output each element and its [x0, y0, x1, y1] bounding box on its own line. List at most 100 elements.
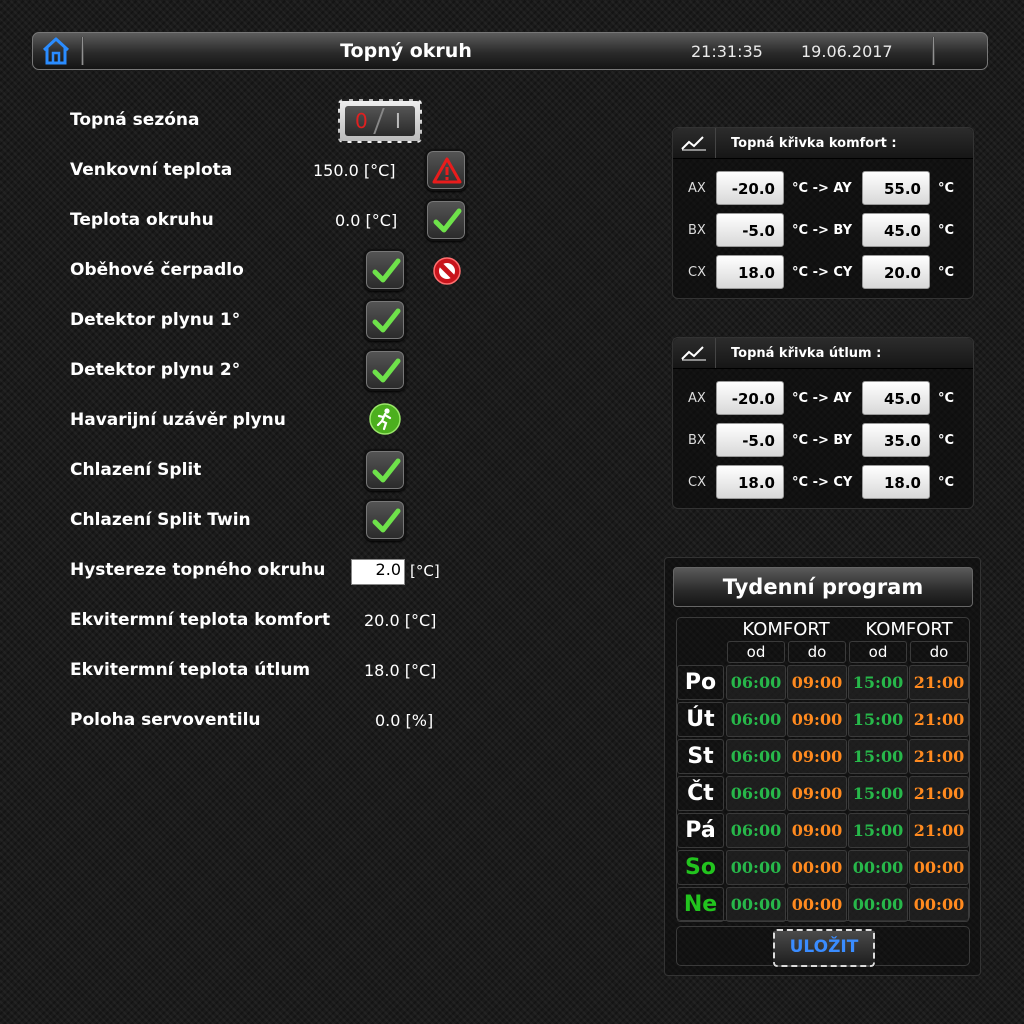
panel-title: Topná křivka komfort : [731, 136, 897, 151]
time-to-cell[interactable]: 00:00 [909, 850, 969, 885]
time-from-cell[interactable]: 15:00 [848, 665, 908, 700]
panel-header: Topná křivka útlum : [673, 338, 973, 369]
label-gas-detector-2: Detektor plynu 2° [70, 360, 241, 380]
curve-setback-cy-input[interactable]: 18.0 [862, 465, 930, 499]
outdoor-temp-value: 150.0 [°C] [313, 161, 396, 180]
warning-icon [432, 157, 462, 184]
curve-unit: °C [938, 223, 955, 238]
gas-detector-1-status[interactable] [364, 299, 406, 341]
hysteresis-input[interactable]: 2.0 [351, 559, 405, 585]
time-to-cell[interactable]: 21:00 [909, 665, 969, 700]
col-header-to: do [910, 641, 968, 663]
check-icon [433, 208, 462, 233]
running-man-icon [369, 403, 401, 435]
curve-label: AX [688, 181, 706, 196]
time-to-cell[interactable]: 21:00 [909, 776, 969, 811]
time-to-cell[interactable]: 00:00 [787, 887, 847, 922]
toggle-divider [373, 108, 385, 134]
group-header-2: KOMFORT [865, 619, 953, 640]
weekly-program-title: Tydenní program [673, 567, 973, 607]
curve-comfort-ax-input[interactable]: -20.0 [716, 171, 784, 205]
cooling-split-twin-status[interactable] [364, 499, 406, 541]
curve-unit: °C [938, 475, 955, 490]
cooling-split-status[interactable] [364, 449, 406, 491]
curve-comfort-cy-input[interactable]: 20.0 [862, 255, 930, 289]
label-equitherm-comfort: Ekvitermní teplota komfort [70, 610, 331, 630]
toggle-track: 0 I [345, 106, 415, 136]
curve-comfort-by-input[interactable]: 45.0 [862, 213, 930, 247]
time-from-cell[interactable]: 06:00 [726, 776, 786, 811]
header-bar: Topný okruh 21:31:35 19.06.2017 [32, 32, 988, 70]
check-icon [372, 258, 401, 283]
label-emergency-gas-valve: Havarijní uzávěr plynu [70, 410, 286, 430]
curve-setback-by-input[interactable]: 35.0 [862, 423, 930, 457]
col-header-from: od [727, 641, 785, 663]
curve-unit: °C [938, 391, 955, 406]
curve-unit: °C [938, 265, 955, 280]
time-from-cell[interactable]: 15:00 [848, 776, 908, 811]
time-from-cell[interactable]: 15:00 [848, 813, 908, 848]
time-from-cell[interactable]: 06:00 [726, 813, 786, 848]
time-from-cell[interactable]: 00:00 [726, 887, 786, 922]
equitherm-setback-value: 18.0 [°C] [364, 661, 437, 680]
curve-arrow-label: °C -> CY [792, 265, 853, 280]
save-button[interactable]: ULOŽIT [772, 928, 876, 968]
curve-label: BX [688, 223, 706, 238]
circulation-pump-status[interactable] [364, 249, 406, 291]
heating-season-toggle[interactable]: 0 I [338, 99, 422, 143]
time-from-cell[interactable]: 06:00 [726, 739, 786, 774]
time-to-cell[interactable]: 09:00 [787, 776, 847, 811]
toggle-off-label: 0 [355, 109, 368, 133]
time-from-cell[interactable]: 06:00 [726, 665, 786, 700]
outdoor-temp-status[interactable] [425, 149, 467, 191]
label-cooling-split-twin: Chlazení Split Twin [70, 510, 251, 530]
time-from-cell[interactable]: 00:00 [726, 850, 786, 885]
time-from-cell[interactable]: 15:00 [848, 702, 908, 737]
curve-comfort-cx-input[interactable]: 18.0 [716, 255, 784, 289]
time-to-cell[interactable]: 09:00 [787, 813, 847, 848]
time-to-cell[interactable]: 09:00 [787, 702, 847, 737]
time-to-cell[interactable]: 21:00 [909, 702, 969, 737]
time-to-cell[interactable]: 21:00 [909, 813, 969, 848]
time-from-cell[interactable]: 00:00 [848, 887, 908, 922]
circuit-temp-status[interactable] [425, 199, 467, 241]
time-to-cell[interactable]: 09:00 [787, 665, 847, 700]
curve-arrow-label: °C -> AY [792, 391, 852, 406]
hysteresis-unit: [°C] [410, 562, 440, 580]
panel-title: Topná křivka útlum : [731, 346, 882, 361]
label-hysteresis: Hystereze topného okruhu [70, 560, 326, 580]
clock-date: 19.06.2017 [801, 42, 893, 61]
label-cooling-split: Chlazení Split [70, 460, 202, 480]
curve-setback-cx-input[interactable]: 18.0 [716, 465, 784, 499]
time-to-cell[interactable]: 21:00 [909, 739, 969, 774]
equitherm-comfort-value: 20.0 [°C] [364, 611, 437, 630]
label-equitherm-setback: Ekvitermní teplota útlum [70, 660, 311, 680]
curve-setback-ay-input[interactable]: 45.0 [862, 381, 930, 415]
time-from-cell[interactable]: 06:00 [726, 702, 786, 737]
day-label: Po [677, 665, 724, 700]
time-to-cell[interactable]: 00:00 [909, 887, 969, 922]
curve-comfort-ay-input[interactable]: 55.0 [862, 171, 930, 205]
curve-unit: °C [938, 433, 955, 448]
label-heating-season: Topná sezóna [70, 110, 200, 130]
label-servo-position: Poloha servoventilu [70, 710, 261, 730]
curve-label: BX [688, 433, 706, 448]
check-icon [372, 508, 401, 533]
time-from-cell[interactable]: 15:00 [848, 739, 908, 774]
curve-setback-bx-input[interactable]: -5.0 [716, 423, 784, 457]
check-icon [372, 308, 401, 333]
curve-setback-ax-input[interactable]: -20.0 [716, 381, 784, 415]
label-circulation-pump: Oběhové čerpadlo [70, 260, 244, 280]
curve-arrow-label: °C -> AY [792, 181, 852, 196]
time-to-cell[interactable]: 09:00 [787, 739, 847, 774]
curve-label: CX [688, 265, 706, 280]
gas-detector-2-status[interactable] [364, 349, 406, 391]
panel-header: Topná křivka komfort : [673, 128, 973, 159]
time-to-cell[interactable]: 00:00 [787, 850, 847, 885]
day-label: So [677, 850, 724, 885]
label-circuit-temp: Teplota okruhu [70, 210, 214, 230]
col-header-from: od [849, 641, 907, 663]
curve-comfort-bx-input[interactable]: -5.0 [716, 213, 784, 247]
time-from-cell[interactable]: 00:00 [848, 850, 908, 885]
page-title: Topný okruh [340, 40, 472, 62]
